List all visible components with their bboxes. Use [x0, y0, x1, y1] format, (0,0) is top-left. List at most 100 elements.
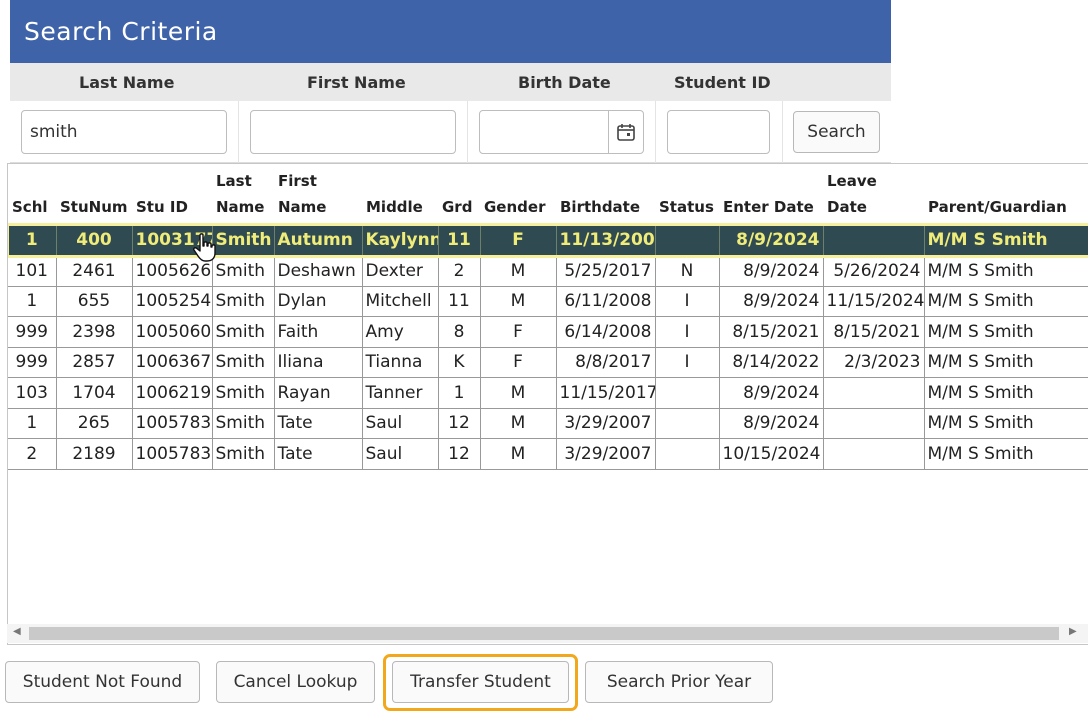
table-cell: 1704 — [55, 377, 132, 409]
column-header-line2: Birthdate — [560, 198, 641, 216]
column-header-line2: Schl — [12, 198, 48, 216]
table-cell — [822, 377, 924, 409]
table-row[interactable]: 101 2461 1005626 Smith Deshawn Dexter 2 M 5/25/2… — [8, 255, 1088, 287]
table-cell: 10/15/2024 — [718, 438, 823, 470]
birth-date-input[interactable] — [480, 111, 608, 153]
table-cell: Smith — [211, 225, 274, 256]
search-prior-year-button[interactable]: Search Prior Year — [585, 661, 773, 703]
column-header-first-name[interactable]: First Name — [274, 164, 362, 225]
table-cell: Smith — [211, 286, 274, 317]
table-cell: Smith — [211, 438, 274, 470]
table-cell: F — [479, 316, 556, 348]
column-header-line2: Parent/Guardian — [928, 198, 1067, 216]
table-cell: 999 — [8, 347, 56, 378]
table-cell: M/M S Smith — [923, 347, 1088, 378]
table-cell: Smith — [211, 408, 274, 439]
table-cell: I — [654, 286, 719, 317]
column-header-line2: Middle — [366, 198, 423, 216]
scroll-left-arrow-icon[interactable]: ◀ — [13, 626, 21, 637]
birth-date-field[interactable] — [479, 110, 644, 154]
table-cell — [654, 438, 719, 470]
cancel-lookup-button[interactable]: Cancel Lookup — [216, 661, 375, 703]
table-cell: N — [654, 255, 719, 287]
table-cell: 1005783 — [131, 408, 212, 439]
table-cell — [822, 408, 924, 439]
transfer-student-button[interactable]: Transfer Student — [392, 661, 569, 703]
column-header-middle[interactable]: Middle — [362, 164, 438, 225]
column-header-status[interactable]: Status — [655, 164, 719, 225]
results-table: Schl StuNum Stu ID Last Name First Name Middle G… — [8, 164, 1088, 470]
table-cell: 101 — [8, 255, 56, 287]
table-body: 1 400 1003177 Smith Autumn Kaylynn 11 F 11/13/20… — [8, 223, 1088, 470]
table-cell: 1 — [8, 225, 56, 256]
table-cell: 12 — [437, 438, 480, 470]
column-header-line2: Grd — [442, 198, 473, 216]
table-row[interactable]: 1 265 1005783 Smith Tate Saul 12 M 3/29/2007 8/9/… — [8, 408, 1088, 439]
table-cell: K — [437, 347, 480, 378]
table-cell: M/M S Smith — [923, 408, 1088, 439]
column-header-line2: Gender — [484, 198, 546, 216]
search-button[interactable]: Search — [793, 111, 880, 153]
column-header-grd[interactable]: Grd — [438, 164, 480, 225]
table-cell: 11/13/2007 — [555, 225, 655, 256]
table-cell: I — [654, 347, 719, 378]
calendar-icon[interactable] — [608, 111, 643, 153]
table-cell: 2461 — [55, 255, 132, 287]
divider — [655, 101, 656, 163]
table-row[interactable]: 999 2857 1006367 Smith Iliana Tianna K F 8/8/201… — [8, 347, 1088, 378]
column-header-line2: Stu ID — [136, 198, 188, 216]
search-criteria-header: Search Criteria — [10, 0, 891, 63]
table-cell: 11 — [437, 225, 480, 256]
divider — [238, 101, 239, 163]
column-header-line1: First — [278, 172, 317, 190]
table-cell: 1005254 — [131, 286, 212, 317]
table-cell: M/M S Smith — [923, 286, 1088, 317]
column-header-line2: Name — [278, 198, 327, 216]
column-header-birthdate[interactable]: Birthdate — [556, 164, 655, 225]
table-row[interactable]: 103 1704 1006219 Smith Rayan Tanner 1 M 11/15/20… — [8, 377, 1088, 409]
table-row[interactable]: 999 2398 1005060 Smith Faith Amy 8 F 6/14/2008 I 8… — [8, 316, 1088, 348]
scrollbar-thumb[interactable] — [29, 627, 1059, 640]
table-cell: M/M S Smith — [923, 255, 1088, 287]
table-cell: 8/9/2024 — [718, 255, 823, 287]
table-cell: 8/15/2021 — [822, 316, 924, 348]
table-cell: M — [479, 438, 556, 470]
table-cell: M — [479, 377, 556, 409]
column-header-stunum[interactable]: StuNum — [56, 164, 132, 225]
table-cell: 12 — [437, 408, 480, 439]
table-cell: Tate — [273, 408, 362, 439]
student-not-found-button[interactable]: Student Not Found — [5, 661, 200, 703]
table-cell: 8/15/2021 — [718, 316, 823, 348]
horizontal-scrollbar[interactable]: ◀ ▶ — [7, 624, 1088, 643]
column-header-line1: Last — [216, 172, 252, 190]
table-row[interactable]: 1 655 1005254 Smith Dylan Mitchell 11 M 6/11/200… — [8, 286, 1088, 317]
table-row[interactable]: 2 2189 1005783 Smith Tate Saul 12 M 3/29/2007 10/… — [8, 438, 1088, 470]
divider — [782, 101, 783, 163]
table-cell: 1 — [8, 286, 56, 317]
table-cell — [822, 225, 924, 256]
table-cell: I — [654, 316, 719, 348]
table-cell: Smith — [211, 377, 274, 409]
search-criteria-title: Search Criteria — [24, 17, 218, 46]
table-cell: 999 — [8, 316, 56, 348]
table-cell: 5/25/2017 — [555, 255, 655, 287]
column-header-stu-id[interactable]: Stu ID — [132, 164, 212, 225]
scroll-right-arrow-icon[interactable]: ▶ — [1069, 626, 1077, 637]
table-row[interactable]: 1 400 1003177 Smith Autumn Kaylynn 11 F 11/13/20… — [8, 223, 1088, 258]
column-header-parent-guardian[interactable]: Parent/Guardian — [924, 164, 1088, 225]
first-name-input[interactable] — [250, 110, 456, 154]
column-header-line2: Date — [827, 198, 867, 216]
column-header-gender[interactable]: Gender — [480, 164, 556, 225]
table-cell: Tianna — [361, 347, 438, 378]
last-name-input[interactable] — [21, 110, 227, 154]
table-cell: Tate — [273, 438, 362, 470]
column-header-enter-date[interactable]: Enter Date — [719, 164, 823, 225]
column-header-line2: Enter Date — [723, 198, 814, 216]
column-header-last-name[interactable]: Last Name — [212, 164, 274, 225]
column-header-leave-date[interactable]: Leave Date — [823, 164, 924, 225]
column-header-schl[interactable]: Schl — [8, 164, 56, 225]
student-id-input[interactable] — [667, 110, 770, 154]
table-cell: 103 — [8, 377, 56, 409]
table-cell: 2 — [8, 438, 56, 470]
table-cell: 1 — [8, 408, 56, 439]
